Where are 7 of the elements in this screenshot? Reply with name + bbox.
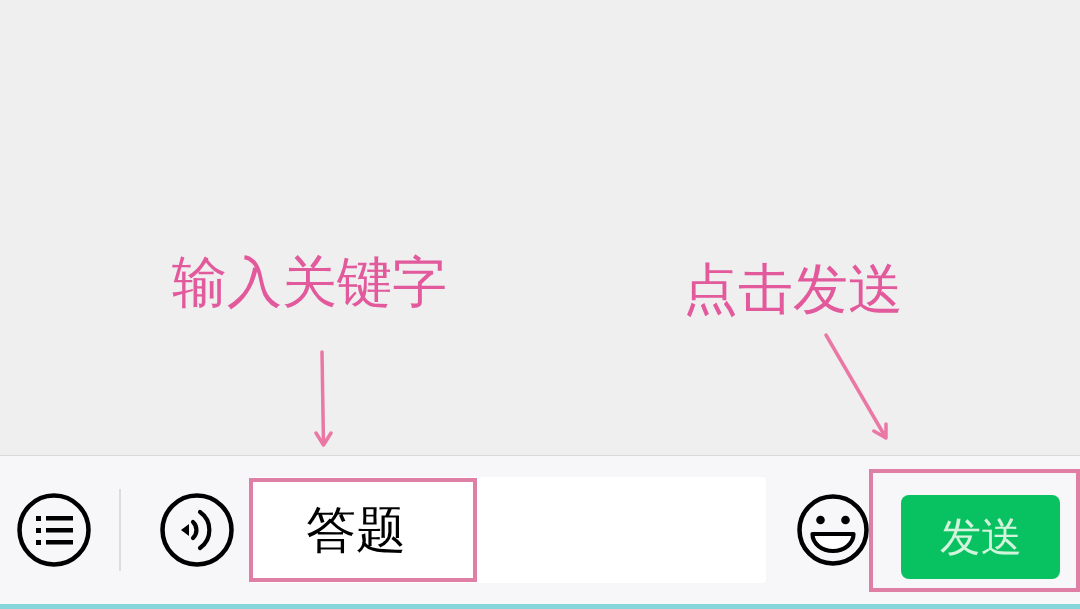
list-icon[interactable]: [17, 493, 91, 567]
message-field[interactable]: 答题: [249, 477, 766, 583]
smiley-icon[interactable]: [797, 494, 869, 566]
sound-wave-icon[interactable]: [160, 493, 234, 567]
callout-text: 输入关键字: [172, 249, 447, 315]
callout-text: 点击发送: [683, 256, 903, 322]
message-text: 答题: [306, 502, 406, 558]
